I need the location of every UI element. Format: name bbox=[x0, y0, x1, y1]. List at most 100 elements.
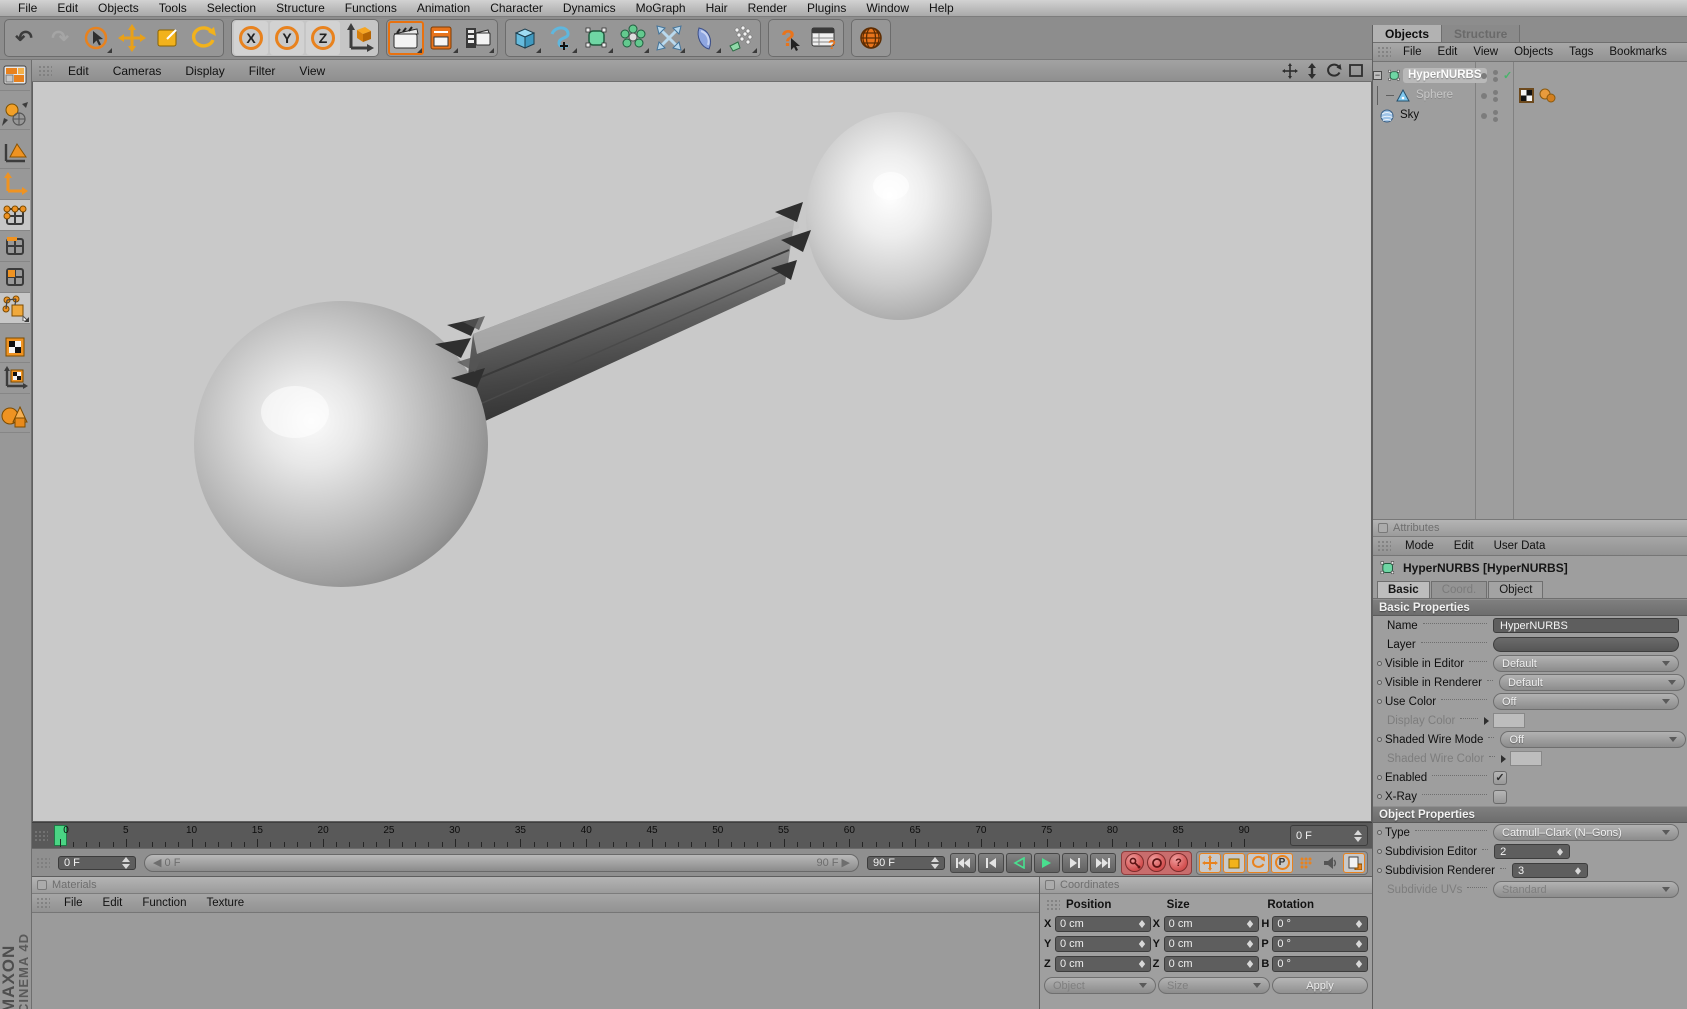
menubar-item-structure[interactable]: Structure bbox=[266, 0, 335, 16]
viewport-menu-display[interactable]: Display bbox=[173, 64, 236, 78]
viewport-menu-grip[interactable] bbox=[38, 64, 52, 77]
points-mode-button[interactable] bbox=[0, 200, 30, 231]
type-dropdown[interactable]: Catmull–Clark (N–Gons) bbox=[1493, 824, 1679, 841]
add-primitive-cube-button[interactable] bbox=[507, 21, 543, 55]
expand-arrow-icon[interactable] bbox=[1484, 716, 1489, 725]
layer-field[interactable] bbox=[1493, 637, 1679, 652]
attributes-titlebar[interactable]: Attributes bbox=[1373, 520, 1687, 537]
coordinate-mode-dropdown[interactable]: Object bbox=[1044, 977, 1156, 994]
animation-dot-icon[interactable] bbox=[1377, 830, 1382, 835]
editor-visibility-dot[interactable] bbox=[1493, 69, 1498, 75]
undo-button[interactable]: ↶ bbox=[6, 21, 42, 55]
layer-dot[interactable] bbox=[1481, 92, 1487, 99]
use-color-dropdown[interactable]: Off bbox=[1493, 693, 1679, 710]
record-parameter-toggle[interactable]: P bbox=[1271, 852, 1293, 873]
object-tree[interactable]: − HyperNURBS ✓ Sphere Sky bbox=[1373, 62, 1687, 520]
phong-tag-icon[interactable] bbox=[1539, 88, 1556, 103]
object-manager-menu-view[interactable]: View bbox=[1465, 46, 1506, 58]
command-manager-button[interactable]: ? bbox=[806, 21, 842, 55]
object-manager-menu-file[interactable]: File bbox=[1395, 46, 1430, 58]
expand-collapse-icon[interactable]: − bbox=[1373, 71, 1382, 80]
tab-coord[interactable]: Coord. bbox=[1430, 581, 1488, 598]
lock-x-axis-button[interactable]: X bbox=[234, 21, 268, 55]
attributes-menu-user-data[interactable]: User Data bbox=[1484, 540, 1556, 552]
position-x-field[interactable]: 0 cm bbox=[1055, 916, 1151, 932]
autokey-button[interactable] bbox=[1147, 853, 1166, 872]
add-environment-button[interactable] bbox=[687, 21, 723, 55]
materials-menu-edit[interactable]: Edit bbox=[93, 897, 133, 909]
render-view-button[interactable] bbox=[388, 21, 424, 55]
menubar-item-objects[interactable]: Objects bbox=[88, 0, 149, 16]
viewport-rotate-button[interactable] bbox=[1324, 62, 1344, 80]
render-settings-button[interactable] bbox=[460, 21, 496, 55]
object-manager-grip[interactable] bbox=[1377, 46, 1391, 58]
content-browser-button[interactable] bbox=[853, 21, 889, 55]
render-visibility-dot[interactable] bbox=[1493, 96, 1498, 102]
make-editable-button[interactable] bbox=[0, 99, 30, 130]
viewport-3d[interactable] bbox=[32, 82, 1372, 822]
coordinates-grip[interactable] bbox=[1046, 899, 1060, 911]
spinner-arrows-icon[interactable] bbox=[1247, 940, 1254, 948]
animation-dot-icon[interactable] bbox=[1377, 775, 1382, 780]
play-backwards-button[interactable] bbox=[1006, 852, 1032, 873]
enabled-check-icon[interactable]: ✓ bbox=[1503, 69, 1512, 82]
position-z-field[interactable]: 0 cm bbox=[1055, 956, 1151, 972]
object-name[interactable]: HyperNURBS bbox=[1403, 68, 1487, 83]
coordinates-titlebar[interactable]: Coordinates bbox=[1040, 877, 1372, 894]
next-key-button[interactable] bbox=[1062, 852, 1088, 873]
scale-button[interactable] bbox=[150, 21, 186, 55]
editor-visibility-dot[interactable] bbox=[1493, 89, 1498, 95]
x-ray-checkbox[interactable] bbox=[1493, 789, 1507, 804]
viewport-pan-button[interactable] bbox=[1280, 62, 1300, 80]
controls-grip[interactable] bbox=[36, 856, 50, 869]
viewport-menu-view[interactable]: View bbox=[287, 64, 337, 78]
layer-dot[interactable] bbox=[1481, 112, 1487, 119]
materials-panel-checkbox[interactable] bbox=[37, 880, 47, 890]
attributes-menu-mode[interactable]: Mode bbox=[1395, 540, 1444, 552]
help-button[interactable]: ? bbox=[770, 21, 806, 55]
render-active-view-button[interactable] bbox=[424, 21, 460, 55]
texture-mode-button[interactable] bbox=[0, 332, 30, 363]
rotation-b-field[interactable]: 0 ° bbox=[1272, 956, 1369, 972]
tab-object[interactable]: Object bbox=[1488, 581, 1544, 598]
apply-button[interactable]: Apply bbox=[1272, 977, 1368, 994]
texture-axis-mode-button[interactable] bbox=[0, 363, 30, 394]
menubar-item-dynamics[interactable]: Dynamics bbox=[553, 0, 626, 16]
spinner-arrows-icon[interactable] bbox=[1557, 847, 1564, 856]
polygons-mode-button[interactable] bbox=[0, 262, 30, 293]
coordinates-panel-checkbox[interactable] bbox=[1045, 880, 1055, 890]
rotate-button[interactable] bbox=[186, 21, 222, 55]
menubar-item-file[interactable]: File bbox=[8, 0, 47, 16]
animation-dot-icon[interactable] bbox=[1377, 868, 1382, 873]
timeline-grip[interactable] bbox=[34, 830, 48, 842]
keyframe-selection-button[interactable]: ? bbox=[1169, 853, 1188, 872]
record-rotation-toggle[interactable] bbox=[1247, 852, 1269, 873]
expand-arrow-icon[interactable] bbox=[1501, 754, 1507, 763]
menubar-item-mograph[interactable]: MoGraph bbox=[626, 0, 696, 16]
goto-end-button[interactable] bbox=[1090, 852, 1116, 873]
spinner-arrows-icon[interactable] bbox=[1574, 866, 1581, 875]
subdivision-renderer-spinner[interactable]: 3 bbox=[1511, 863, 1588, 878]
add-array-button[interactable] bbox=[615, 21, 651, 55]
shaded-wire-color-swatch[interactable] bbox=[1510, 751, 1543, 766]
range-end-field[interactable]: 90 F bbox=[867, 855, 945, 870]
materials-menu-function[interactable]: Function bbox=[132, 897, 196, 909]
render-visibility-dot[interactable] bbox=[1493, 76, 1498, 82]
spinner-arrows-icon[interactable] bbox=[1355, 920, 1363, 928]
object-manager-menu-bookmarks[interactable]: Bookmarks bbox=[1601, 46, 1675, 58]
object-axis-mode-button[interactable] bbox=[0, 169, 30, 200]
shaded-wire-mode-dropdown[interactable]: Off bbox=[1500, 731, 1687, 748]
spinner-arrows-icon[interactable] bbox=[1247, 960, 1254, 968]
spinner-arrows-icon[interactable] bbox=[122, 856, 130, 869]
materials-menu-file[interactable]: File bbox=[54, 897, 93, 909]
materials-titlebar[interactable]: Materials bbox=[32, 877, 1039, 894]
tab-objects[interactable]: Objects bbox=[1373, 25, 1443, 42]
animation-dot-icon[interactable] bbox=[1377, 680, 1382, 685]
menubar-item-character[interactable]: Character bbox=[480, 0, 553, 16]
object-manager-menu-edit[interactable]: Edit bbox=[1430, 46, 1466, 58]
spinner-arrows-icon[interactable] bbox=[1355, 940, 1363, 948]
menubar-item-plugins[interactable]: Plugins bbox=[797, 0, 856, 16]
materials-menu-texture[interactable]: Texture bbox=[196, 897, 254, 909]
spinner-arrows-icon[interactable] bbox=[1247, 920, 1254, 928]
visible-in-editor-dropdown[interactable]: Default bbox=[1493, 655, 1679, 672]
